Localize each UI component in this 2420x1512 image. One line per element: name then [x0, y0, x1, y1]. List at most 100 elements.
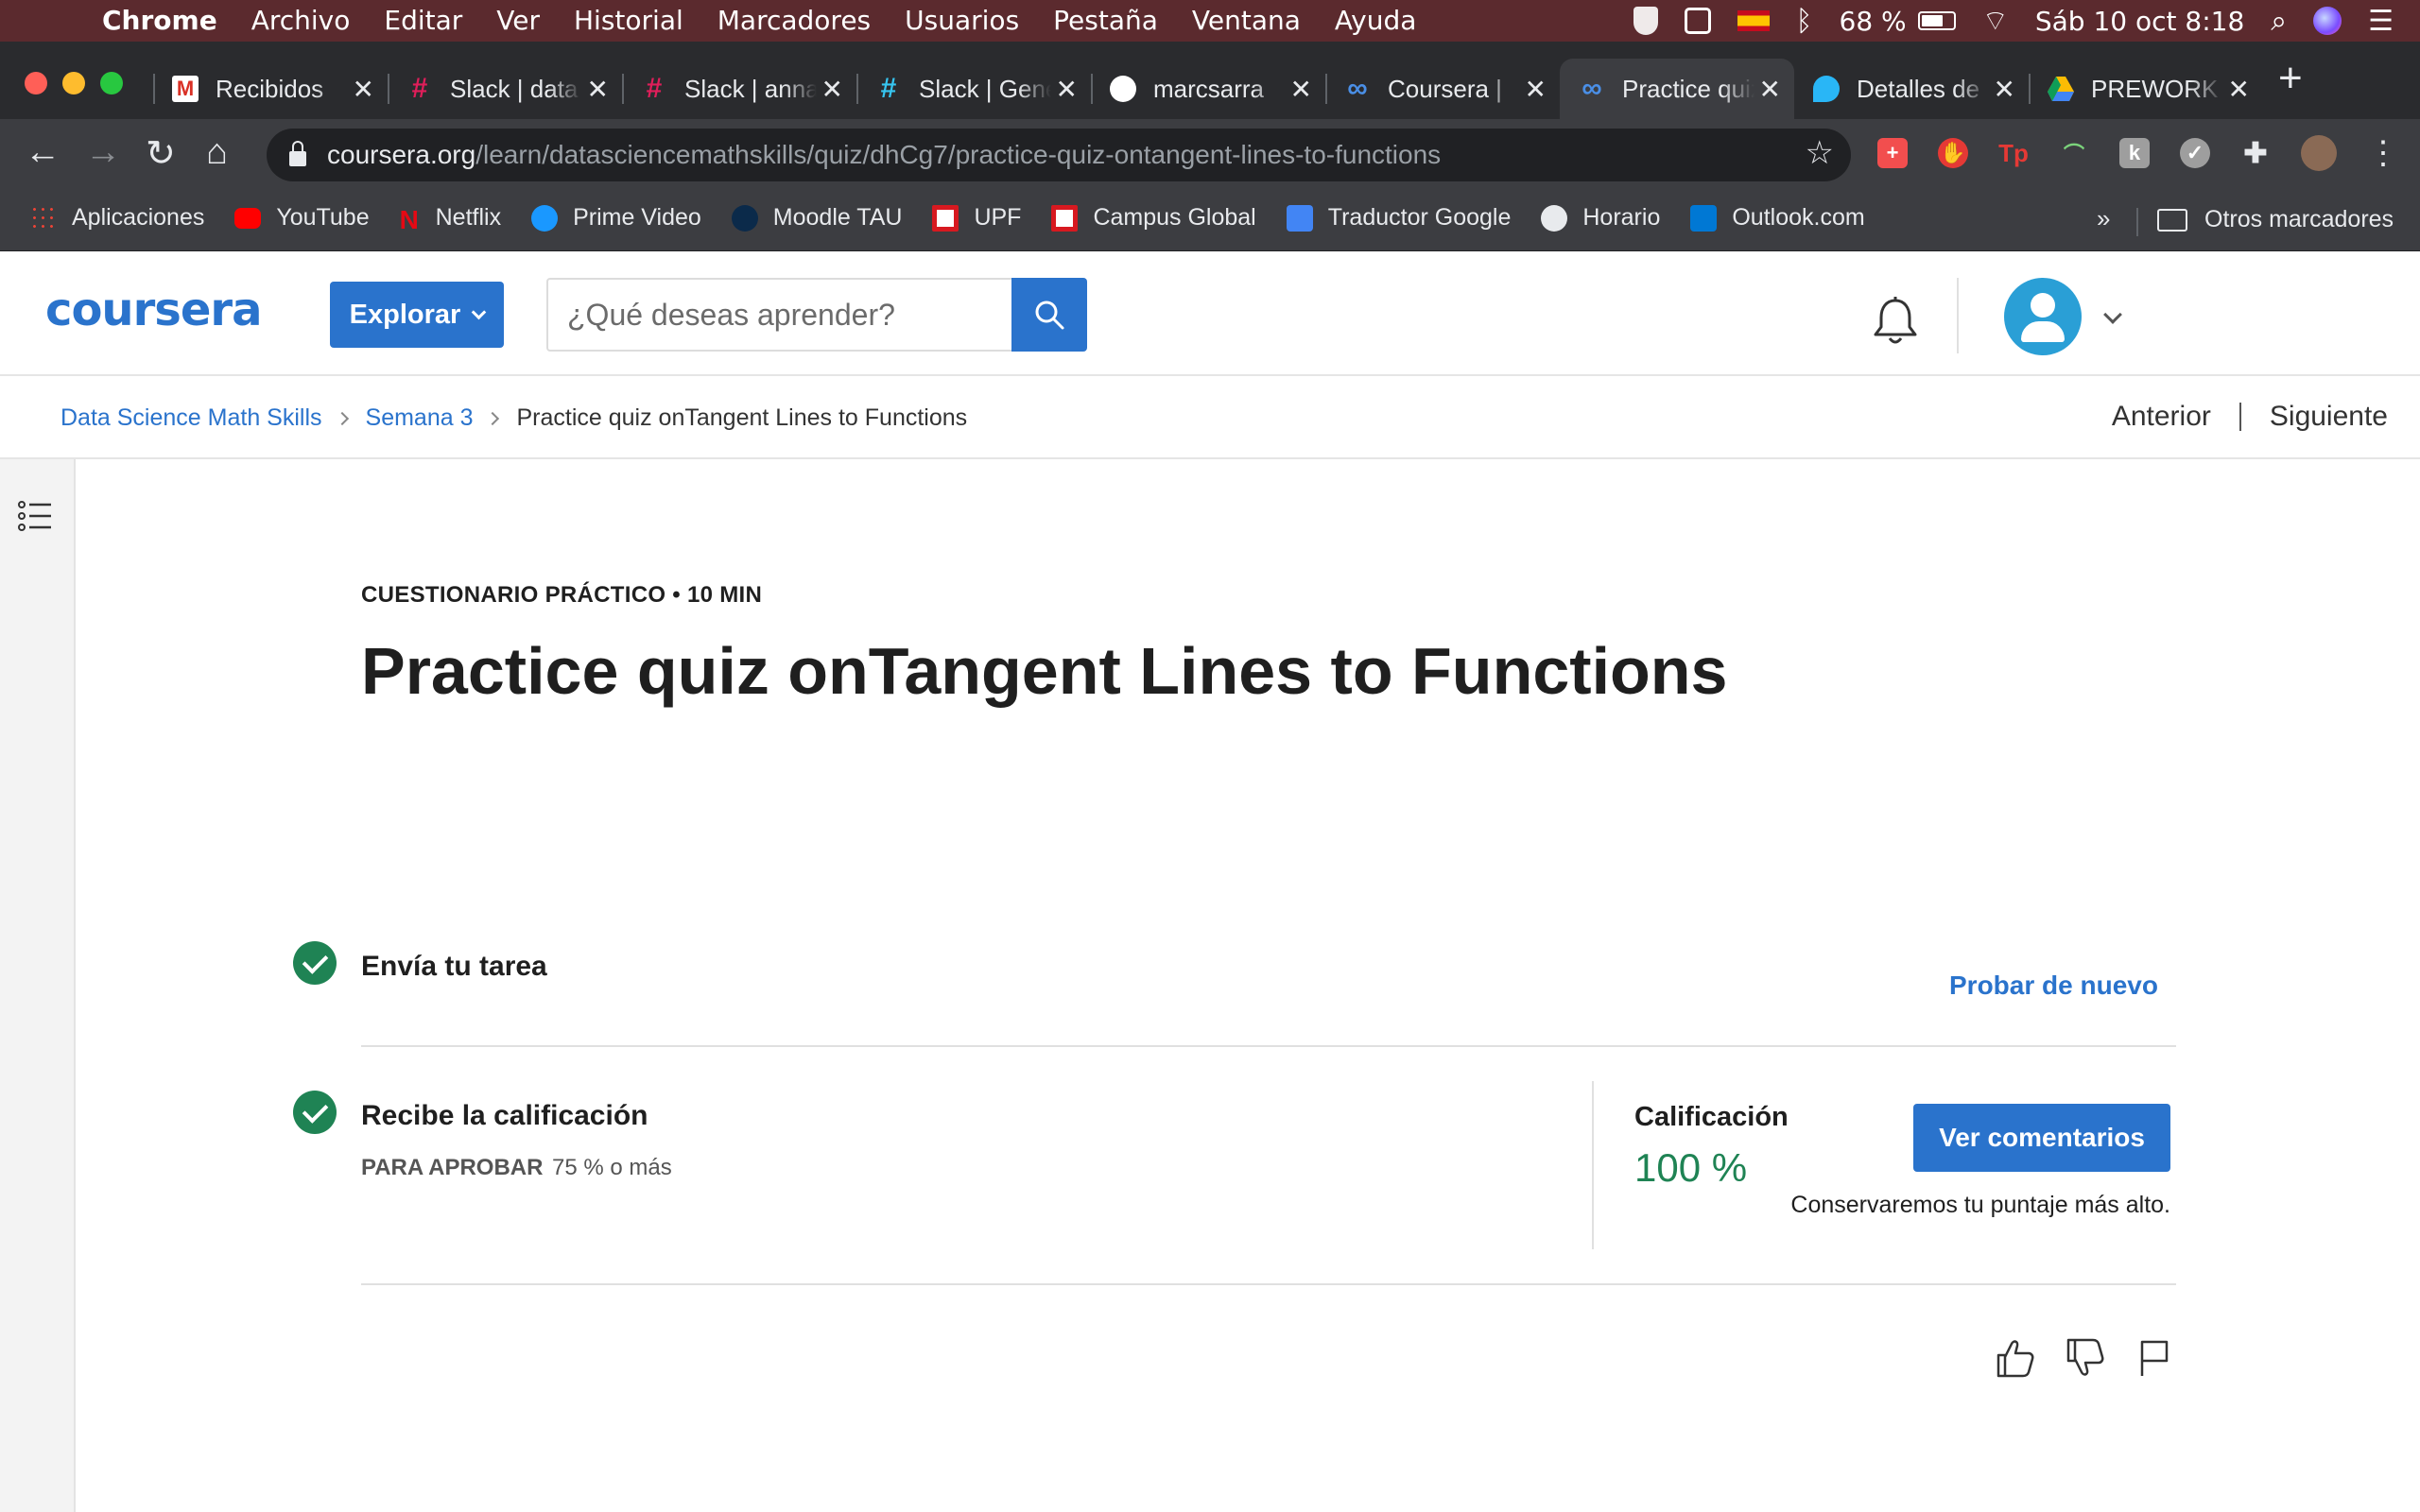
breadcrumb-week-link[interactable]: Semana 3	[366, 404, 474, 432]
menu-editar[interactable]: Editar	[384, 5, 462, 36]
extension-tp-icon[interactable]: Tp	[1998, 138, 2029, 168]
home-icon[interactable]: ⌂	[206, 132, 228, 173]
notifications-bell-icon[interactable]	[1868, 295, 1923, 352]
close-tab-icon[interactable]: ✕	[1994, 74, 2015, 105]
view-feedback-button[interactable]: Ver comentarios	[1913, 1104, 2170, 1172]
bookmark-traductor-google[interactable]: Traductor Google	[1286, 204, 1512, 232]
extension-plus-icon[interactable]: +	[1877, 138, 1908, 168]
outlook-icon	[1690, 204, 1718, 232]
tab-gmail[interactable]: M Recibidos ✕	[153, 59, 388, 119]
user-avatar[interactable]	[2004, 278, 2082, 355]
search-button[interactable]	[1011, 278, 1087, 352]
menu-pestana[interactable]: Pestaña	[1053, 5, 1158, 36]
tab-prework[interactable]: PREWORK ✕	[2029, 59, 2263, 119]
tab-slack-2[interactable]: # Slack | anna ✕	[622, 59, 856, 119]
profile-avatar[interactable]	[2301, 135, 2337, 171]
breadcrumb-course-link[interactable]: Data Science Math Skills	[60, 404, 322, 432]
menu-ventana[interactable]: Ventana	[1192, 5, 1301, 36]
extensions-puzzle-icon[interactable]: ✚	[2240, 138, 2271, 169]
close-tab-icon[interactable]: ✕	[587, 74, 609, 105]
header-divider	[1957, 278, 1959, 353]
bookmark-moodle-tau[interactable]: Moodle TAU	[731, 204, 902, 232]
menu-marcadores[interactable]: Marcadores	[717, 5, 871, 36]
bookmark-campus-global[interactable]: Campus Global	[1051, 204, 1256, 232]
url-path: /learn/datasciencemathskills/quiz/dhCg7/…	[475, 140, 1442, 169]
extension-check-icon[interactable]: ✓	[2180, 138, 2210, 168]
close-tab-icon[interactable]: ✕	[821, 74, 843, 105]
spotlight-icon[interactable]: ⌕	[2271, 5, 2287, 38]
extension-k-icon[interactable]: k	[2119, 138, 2150, 168]
bluetooth-icon[interactable]: ᛒ	[1796, 5, 1813, 38]
siri-icon[interactable]	[2313, 7, 2342, 35]
close-tab-icon[interactable]: ✕	[1056, 74, 1078, 105]
explore-button[interactable]: Explorar	[330, 282, 504, 348]
spain-flag-icon[interactable]	[1737, 10, 1770, 31]
lock-icon[interactable]	[289, 141, 306, 166]
content-feedback	[1993, 1336, 2176, 1384]
next-link[interactable]: Siguiente	[2270, 401, 2388, 433]
shield-icon[interactable]	[1633, 7, 1658, 35]
retry-link[interactable]: Probar de nuevo	[1949, 971, 2158, 1001]
more-bookmarks-chevron[interactable]: »	[2097, 204, 2110, 233]
slack-icon: #	[880, 73, 897, 104]
chevron-right-icon	[486, 411, 500, 425]
thumbs-down-icon[interactable]	[2063, 1336, 2106, 1384]
extension-rainbow-icon[interactable]: ⌒	[2059, 138, 2089, 168]
close-tab-icon[interactable]: ✕	[2228, 74, 2250, 105]
new-tab-button[interactable]: +	[2278, 55, 2303, 102]
minimize-window-button[interactable]	[62, 72, 85, 94]
menu-ver[interactable]: Ver	[496, 5, 540, 36]
bookmark-aplicaciones[interactable]: Aplicaciones	[30, 204, 204, 232]
other-bookmarks[interactable]: Otros marcadores	[2157, 206, 2394, 233]
bookmark-prime-video[interactable]: Prime Video	[531, 204, 701, 232]
address-bar[interactable]: coursera.org/learn/datasciencemathskills…	[267, 129, 1851, 181]
bookmark-label: Traductor Google	[1327, 204, 1512, 231]
notification-center-icon[interactable]: ☰	[2368, 5, 2394, 38]
bookmark-netflix[interactable]: N Netflix	[400, 204, 501, 234]
close-tab-icon[interactable]: ✕	[353, 74, 374, 105]
search-input[interactable]	[546, 278, 1011, 352]
tab-practice-quiz[interactable]: ∞ Practice quiz ✕	[1560, 59, 1794, 119]
coursera-logo[interactable]: coursera	[45, 284, 262, 336]
chrome-menu-icon[interactable]: ⋮	[2367, 134, 2399, 172]
menu-usuarios[interactable]: Usuarios	[905, 5, 1019, 36]
tab-slack-3[interactable]: # Slack | General ✕	[856, 59, 1091, 119]
tab-slack-1[interactable]: # Slack | data ✕	[388, 59, 622, 119]
course-outline-list-icon[interactable]	[17, 497, 55, 540]
thumbs-up-icon[interactable]	[1993, 1336, 2036, 1384]
forward-icon[interactable]: →	[85, 132, 121, 173]
airplay-icon[interactable]: ⌔	[1982, 3, 2009, 39]
maximize-window-button[interactable]	[100, 72, 123, 94]
extension-stop-icon[interactable]: ✋	[1938, 138, 1968, 168]
flag-icon[interactable]	[2133, 1336, 2176, 1384]
slack-icon: #	[411, 73, 428, 104]
account-chevron-down-icon[interactable]	[2103, 305, 2122, 324]
close-tab-icon[interactable]: ✕	[1759, 74, 1781, 105]
tab-title: Recibidos	[216, 74, 324, 103]
close-window-button[interactable]	[25, 72, 47, 94]
bookmark-label: Prime Video	[573, 204, 701, 231]
bookmark-youtube[interactable]: YouTube	[234, 204, 370, 232]
battery-icon[interactable]	[1917, 11, 1956, 30]
browser-toolbar: ← → ↻ ⌂ coursera.org/learn/datasciencema…	[0, 119, 2420, 193]
bookmark-star-icon[interactable]: ☆	[1806, 134, 1834, 172]
window-layout-icon[interactable]	[1684, 8, 1711, 34]
reload-icon[interactable]: ↻	[146, 132, 176, 175]
bookmark-upf[interactable]: UPF	[932, 204, 1021, 232]
close-tab-icon[interactable]: ✕	[1525, 74, 1547, 105]
menu-historial[interactable]: Historial	[574, 5, 683, 36]
grade-label: Calificación	[1634, 1102, 1789, 1132]
back-icon[interactable]: ←	[25, 132, 60, 173]
tab-coursera[interactable]: ∞ Coursera | ✕	[1325, 59, 1560, 119]
clock[interactable]: Sáb 10 oct 8:18	[2035, 6, 2244, 37]
bookmark-horario[interactable]: Horario	[1541, 204, 1660, 232]
close-tab-icon[interactable]: ✕	[1290, 74, 1312, 105]
tab-github[interactable]: marcsarra ✕	[1091, 59, 1325, 119]
bookmark-outlook[interactable]: Outlook.com	[1690, 204, 1865, 232]
previous-link[interactable]: Anterior	[2112, 401, 2211, 433]
menu-archivo[interactable]: Archivo	[251, 5, 351, 36]
tab-detalles[interactable]: Detalles de ✕	[1794, 59, 2029, 119]
menu-app-name[interactable]: Chrome	[102, 5, 217, 36]
menu-ayuda[interactable]: Ayuda	[1335, 5, 1417, 36]
tabs: M Recibidos ✕ # Slack | data ✕ # Slack |…	[153, 59, 2263, 119]
